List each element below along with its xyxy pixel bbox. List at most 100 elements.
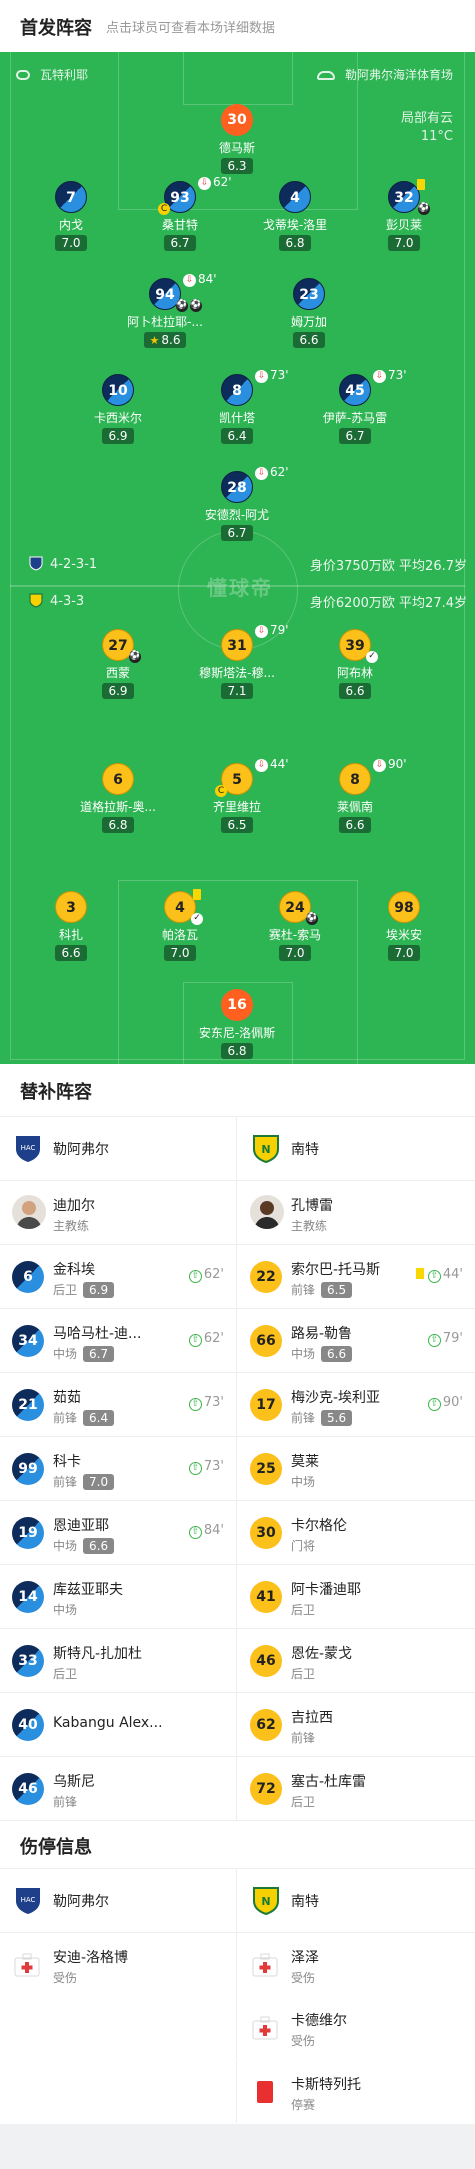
- player-name: 阿布林: [336, 666, 373, 680]
- away-sub[interactable]: 66 路易-勒鲁 中场 6.6 ⇧ 79': [238, 1309, 475, 1372]
- sub-number: 25: [250, 1453, 282, 1485]
- away-player-cm1[interactable]: 6 道格拉斯-奥... 6.8: [63, 763, 173, 833]
- home-player-am2[interactable]: 8 ⇩ 73' 凯什塔 6.4: [182, 368, 292, 444]
- player-rating: 6.6: [339, 817, 371, 833]
- player-name: 凯什塔: [218, 411, 255, 425]
- away-player-rb[interactable]: 98 埃米安 7.0: [349, 891, 459, 961]
- away-sub[interactable]: 30 卡尔格伦 门将: [238, 1501, 475, 1564]
- away-team-value: 身价6200万欧 平均27.4岁: [309, 596, 467, 611]
- home-player-lb[interactable]: 32 ⚽ 彭贝莱 7.0: [349, 179, 459, 251]
- medical-kit-icon: [252, 2016, 278, 2040]
- away-team-cell[interactable]: N 南特: [238, 1869, 475, 1932]
- home-team-logo-icon: HAC: [16, 1136, 40, 1162]
- home-player-rb[interactable]: 7 内戈 7.0: [16, 181, 126, 251]
- away-player-lb[interactable]: 3 科扎 6.6: [16, 891, 126, 961]
- away-sub[interactable]: 41 阿卡潘迪耶 后卫: [238, 1565, 475, 1628]
- player-name: 戈蒂埃-洛里: [262, 218, 328, 232]
- home-player-am1[interactable]: 10 卡西米尔 6.9: [63, 374, 173, 444]
- referee-name: 瓦特利耶: [40, 68, 89, 82]
- sub-number: 40: [12, 1709, 44, 1741]
- sub-name: 库兹亚耶夫: [53, 1582, 123, 1598]
- sub-in-icon: ⇧: [427, 1398, 441, 1411]
- home-sub[interactable]: 34 马哈马杜-迪... 中场 6.7 ⇧ 62': [0, 1309, 237, 1372]
- home-player-dm2[interactable]: 23 姆万加 6.6: [254, 278, 364, 348]
- home-player-am3[interactable]: 45 ⇩ 73' 伊萨-苏马雷 6.7: [300, 368, 410, 444]
- away-injury[interactable]: 卡德维尔 受伤: [238, 1996, 475, 2059]
- sub-position: 前锋: [53, 1795, 78, 1809]
- player-rating: 6.8: [102, 817, 134, 833]
- sub-name: 恩佐-蒙戈: [291, 1646, 353, 1662]
- sub-name: 科卡: [53, 1454, 81, 1470]
- home-player-cb1[interactable]: 93 ⇩ 62' C 桑甘特 6.7: [125, 175, 235, 251]
- away-player-rw[interactable]: 39 ✓ 阿布林 6.6: [300, 629, 410, 699]
- home-team-crest-icon: [29, 556, 43, 571]
- home-team-cell[interactable]: HAC 勒阿弗尔: [0, 1117, 237, 1180]
- sub-number: 34: [12, 1325, 44, 1357]
- away-player-cb2[interactable]: 24 ⚽ 赛杜-索马 7.0: [240, 891, 350, 961]
- player-rating: 7.1: [221, 683, 253, 699]
- player-name: 姆万加: [290, 315, 327, 329]
- away-sub[interactable]: 25 莫莱 中场: [238, 1437, 475, 1500]
- away-player-cm3[interactable]: 8 ⇩ 90' 莱佩南 6.6: [300, 757, 410, 833]
- player-number: 45: [339, 374, 371, 406]
- sub-in-time: ⇧ 90': [427, 1395, 463, 1411]
- away-sub[interactable]: 46 恩佐-蒙戈 后卫: [238, 1629, 475, 1692]
- sub-off-icon: ⇩: [183, 274, 196, 287]
- player-number: 10: [102, 374, 134, 406]
- weather-info: 局部有云 11°C: [401, 110, 453, 146]
- away-sub[interactable]: 17 梅沙克-埃利亚 前锋 5.6 ⇧ 90': [238, 1373, 475, 1436]
- home-sub[interactable]: 40 Kabangu Alex...: [0, 1693, 237, 1756]
- away-player-cb1[interactable]: 4 ✓ 帕洛瓦 7.0: [125, 889, 235, 961]
- sub-rating: 5.6: [321, 1410, 353, 1426]
- stadium-name: 勒阿弗尔海洋体育场: [344, 68, 453, 82]
- away-team-cell[interactable]: N 南特: [238, 1117, 475, 1180]
- home-injury[interactable]: 安迪-洛格博 受伤: [0, 1933, 237, 1996]
- player-name: 帕洛瓦: [161, 928, 198, 942]
- away-team-name: 南特: [291, 1894, 319, 1910]
- sub-in-time: ⇧ 79': [427, 1331, 463, 1347]
- home-sub[interactable]: 6 金科埃 后卫 6.9 ⇧ 62': [0, 1245, 237, 1308]
- home-player-dm1[interactable]: 94 ⇩ 84' ⚽ ⚽ 阿卜杜拉耶-... ★ 8.6: [110, 272, 220, 348]
- sub-number: 14: [12, 1581, 44, 1613]
- home-player-gk[interactable]: 30 德马斯 6.3: [182, 104, 292, 174]
- away-sub[interactable]: 72 塞古-杜库雷 后卫: [238, 1757, 475, 1820]
- away-player-st[interactable]: 31 ⇩ 79' 穆斯塔法-穆... 7.1: [182, 623, 292, 699]
- home-coach-cell[interactable]: 迪加尔 主教练: [0, 1181, 237, 1244]
- sub-off-icon: ⇩: [255, 370, 268, 383]
- player-number: 23: [293, 278, 325, 310]
- sub-number: 99: [12, 1453, 44, 1485]
- away-player-gk[interactable]: 16 安东尼-洛佩斯 6.8: [182, 989, 292, 1059]
- sub-rating: 6.9: [83, 1282, 115, 1298]
- home-player-cb2[interactable]: 4 戈蒂埃-洛里 6.8: [240, 181, 350, 251]
- sub-name: 吉拉西: [291, 1710, 333, 1726]
- sub-number: 6: [12, 1261, 44, 1293]
- away-injury[interactable]: 泽泽 受伤: [238, 1933, 475, 1996]
- away-coach-cell[interactable]: 孔博雷 主教练: [238, 1181, 475, 1244]
- home-player-st[interactable]: 28 ⇩ 62' 安德烈-阿尤 6.7: [182, 465, 292, 541]
- home-team-cell[interactable]: HAC 勒阿弗尔: [0, 1869, 237, 1932]
- sub-position: 中场: [291, 1475, 316, 1489]
- player-number: 28: [221, 471, 253, 503]
- home-sub[interactable]: 46 乌斯尼 前锋: [0, 1757, 237, 1820]
- sub-in-time: ⇧ 62': [188, 1331, 224, 1347]
- player-rating: 6.7: [221, 525, 253, 541]
- coach-role: 主教练: [53, 1219, 90, 1233]
- sub-in-time: ⇧ 73': [188, 1395, 224, 1411]
- home-sub[interactable]: 99 科卡 前锋 7.0 ⇧ 73': [0, 1437, 237, 1500]
- home-sub[interactable]: 14 库兹亚耶夫 中场: [0, 1565, 237, 1628]
- red-card-icon: [257, 2081, 273, 2103]
- home-sub[interactable]: 19 恩迪亚耶 中场 6.6 ⇧ 84': [0, 1501, 237, 1564]
- goal-ball-icon: ⚽: [129, 651, 141, 663]
- away-player-cm2[interactable]: 5 ⇩ 44' C 齐里维拉 6.5: [182, 757, 292, 833]
- home-team-name: 勒阿弗尔: [53, 1142, 109, 1158]
- sub-position: 后卫: [53, 1667, 78, 1681]
- sub-name: 路易-勒鲁: [291, 1326, 353, 1342]
- away-sub[interactable]: 62 吉拉西 前锋: [238, 1693, 475, 1756]
- home-sub[interactable]: 33 斯特凡-扎加杜 后卫: [0, 1629, 237, 1692]
- player-rating: 7.0: [388, 945, 420, 961]
- away-sub[interactable]: 22 索尔巴-托马斯 前锋 6.5 ⇧ 44': [238, 1245, 475, 1308]
- home-sub[interactable]: 21 茹茹 前锋 6.4 ⇧ 73': [0, 1373, 237, 1436]
- away-player-lw[interactable]: 27 ⚽ 西蒙 6.9: [63, 629, 173, 699]
- sub-name: 梅沙克-埃利亚: [291, 1390, 381, 1406]
- away-suspension[interactable]: 卡斯特列托 停赛: [238, 2060, 475, 2123]
